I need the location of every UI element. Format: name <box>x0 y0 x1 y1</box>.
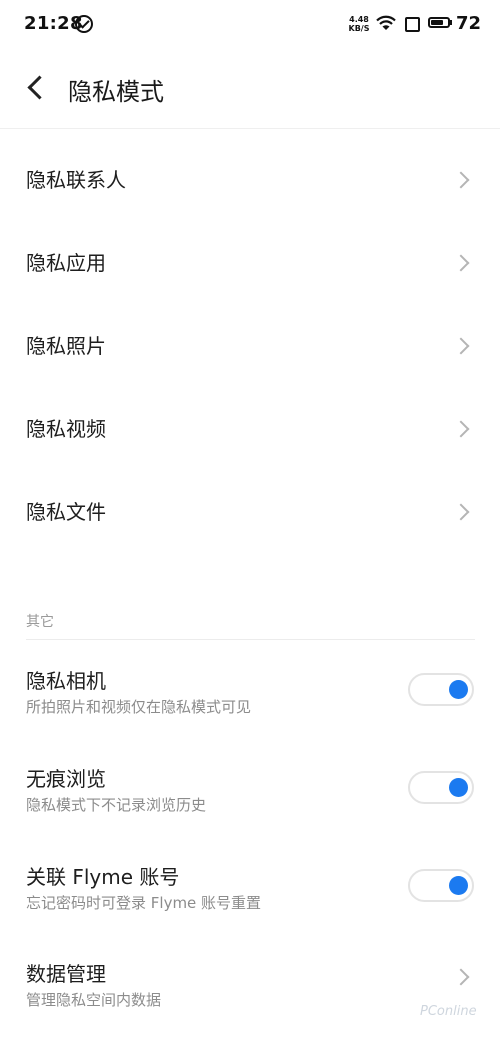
section-header-other: 其它 <box>26 614 54 630</box>
page-title: 隐私模式 <box>68 78 164 106</box>
chevron-right-icon <box>452 252 474 274</box>
option-private-camera: 隐私相机 所拍照片和视频仅在隐私模式可见 <box>0 665 500 762</box>
option-label: 隐私相机 <box>26 669 106 693</box>
option-description: 隐私模式下不记录浏览历史 <box>26 796 207 814</box>
watermark-logo: PConline <box>420 1004 477 1019</box>
menu-item-label: 隐私视频 <box>26 417 106 441</box>
status-bar: 21:28 4.48 KB/S 72 <box>0 0 500 52</box>
menu-item-label: 隐私应用 <box>26 251 106 275</box>
battery-level <box>431 20 443 25</box>
option-description: 管理隐私空间内数据 <box>26 991 162 1009</box>
battery-tip <box>450 20 452 25</box>
chevron-right-icon <box>452 418 474 440</box>
menu-item-private-photos[interactable]: 隐私照片 <box>0 305 500 388</box>
incognito-browsing-toggle[interactable] <box>408 771 474 804</box>
chevron-right-icon <box>452 335 474 357</box>
private-camera-toggle[interactable] <box>408 673 474 706</box>
battery-percent: 72 <box>456 13 482 34</box>
chevron-right-icon <box>452 501 474 523</box>
menu-item-label: 隐私文件 <box>26 500 106 524</box>
option-incognito-browsing: 无痕浏览 隐私模式下不记录浏览历史 <box>0 763 500 860</box>
menu-item-private-apps[interactable]: 隐私应用 <box>0 222 500 305</box>
option-description: 所拍照片和视频仅在隐私模式可见 <box>26 698 252 716</box>
option-label: 无痕浏览 <box>26 767 106 791</box>
menu-item-label: 隐私联系人 <box>26 168 126 192</box>
chevron-right-icon <box>452 169 474 191</box>
check-circle-icon <box>75 15 93 33</box>
option-label: 关联 Flyme 账号 <box>26 865 180 889</box>
toggle-knob <box>449 778 468 797</box>
network-speed: 4.48 KB/S <box>348 15 370 33</box>
option-link-flyme-account: 关联 Flyme 账号 忘记密码时可登录 Flyme 账号重置 <box>0 861 500 958</box>
network-speed-value: 4.48 <box>349 15 369 24</box>
toggle-knob <box>449 680 468 699</box>
chevron-left-icon[interactable] <box>22 72 52 108</box>
wifi-icon <box>376 15 396 30</box>
status-time: 21:28 <box>24 13 83 34</box>
section-divider <box>26 639 475 640</box>
sim-icon <box>405 17 420 32</box>
link-flyme-account-toggle[interactable] <box>408 869 474 902</box>
menu-item-private-files[interactable]: 隐私文件 <box>0 471 500 554</box>
network-speed-unit: KB/S <box>348 24 370 33</box>
option-description: 忘记密码时可登录 Flyme 账号重置 <box>26 894 262 912</box>
menu-item-private-contacts[interactable]: 隐私联系人 <box>0 139 500 222</box>
toggle-knob <box>449 876 468 895</box>
option-label: 数据管理 <box>26 962 106 986</box>
menu-item-private-videos[interactable]: 隐私视频 <box>0 388 500 471</box>
nav-bar: 隐私模式 <box>0 52 500 129</box>
chevron-right-icon <box>452 966 474 988</box>
menu-item-label: 隐私照片 <box>26 334 106 358</box>
battery-icon <box>428 17 450 28</box>
